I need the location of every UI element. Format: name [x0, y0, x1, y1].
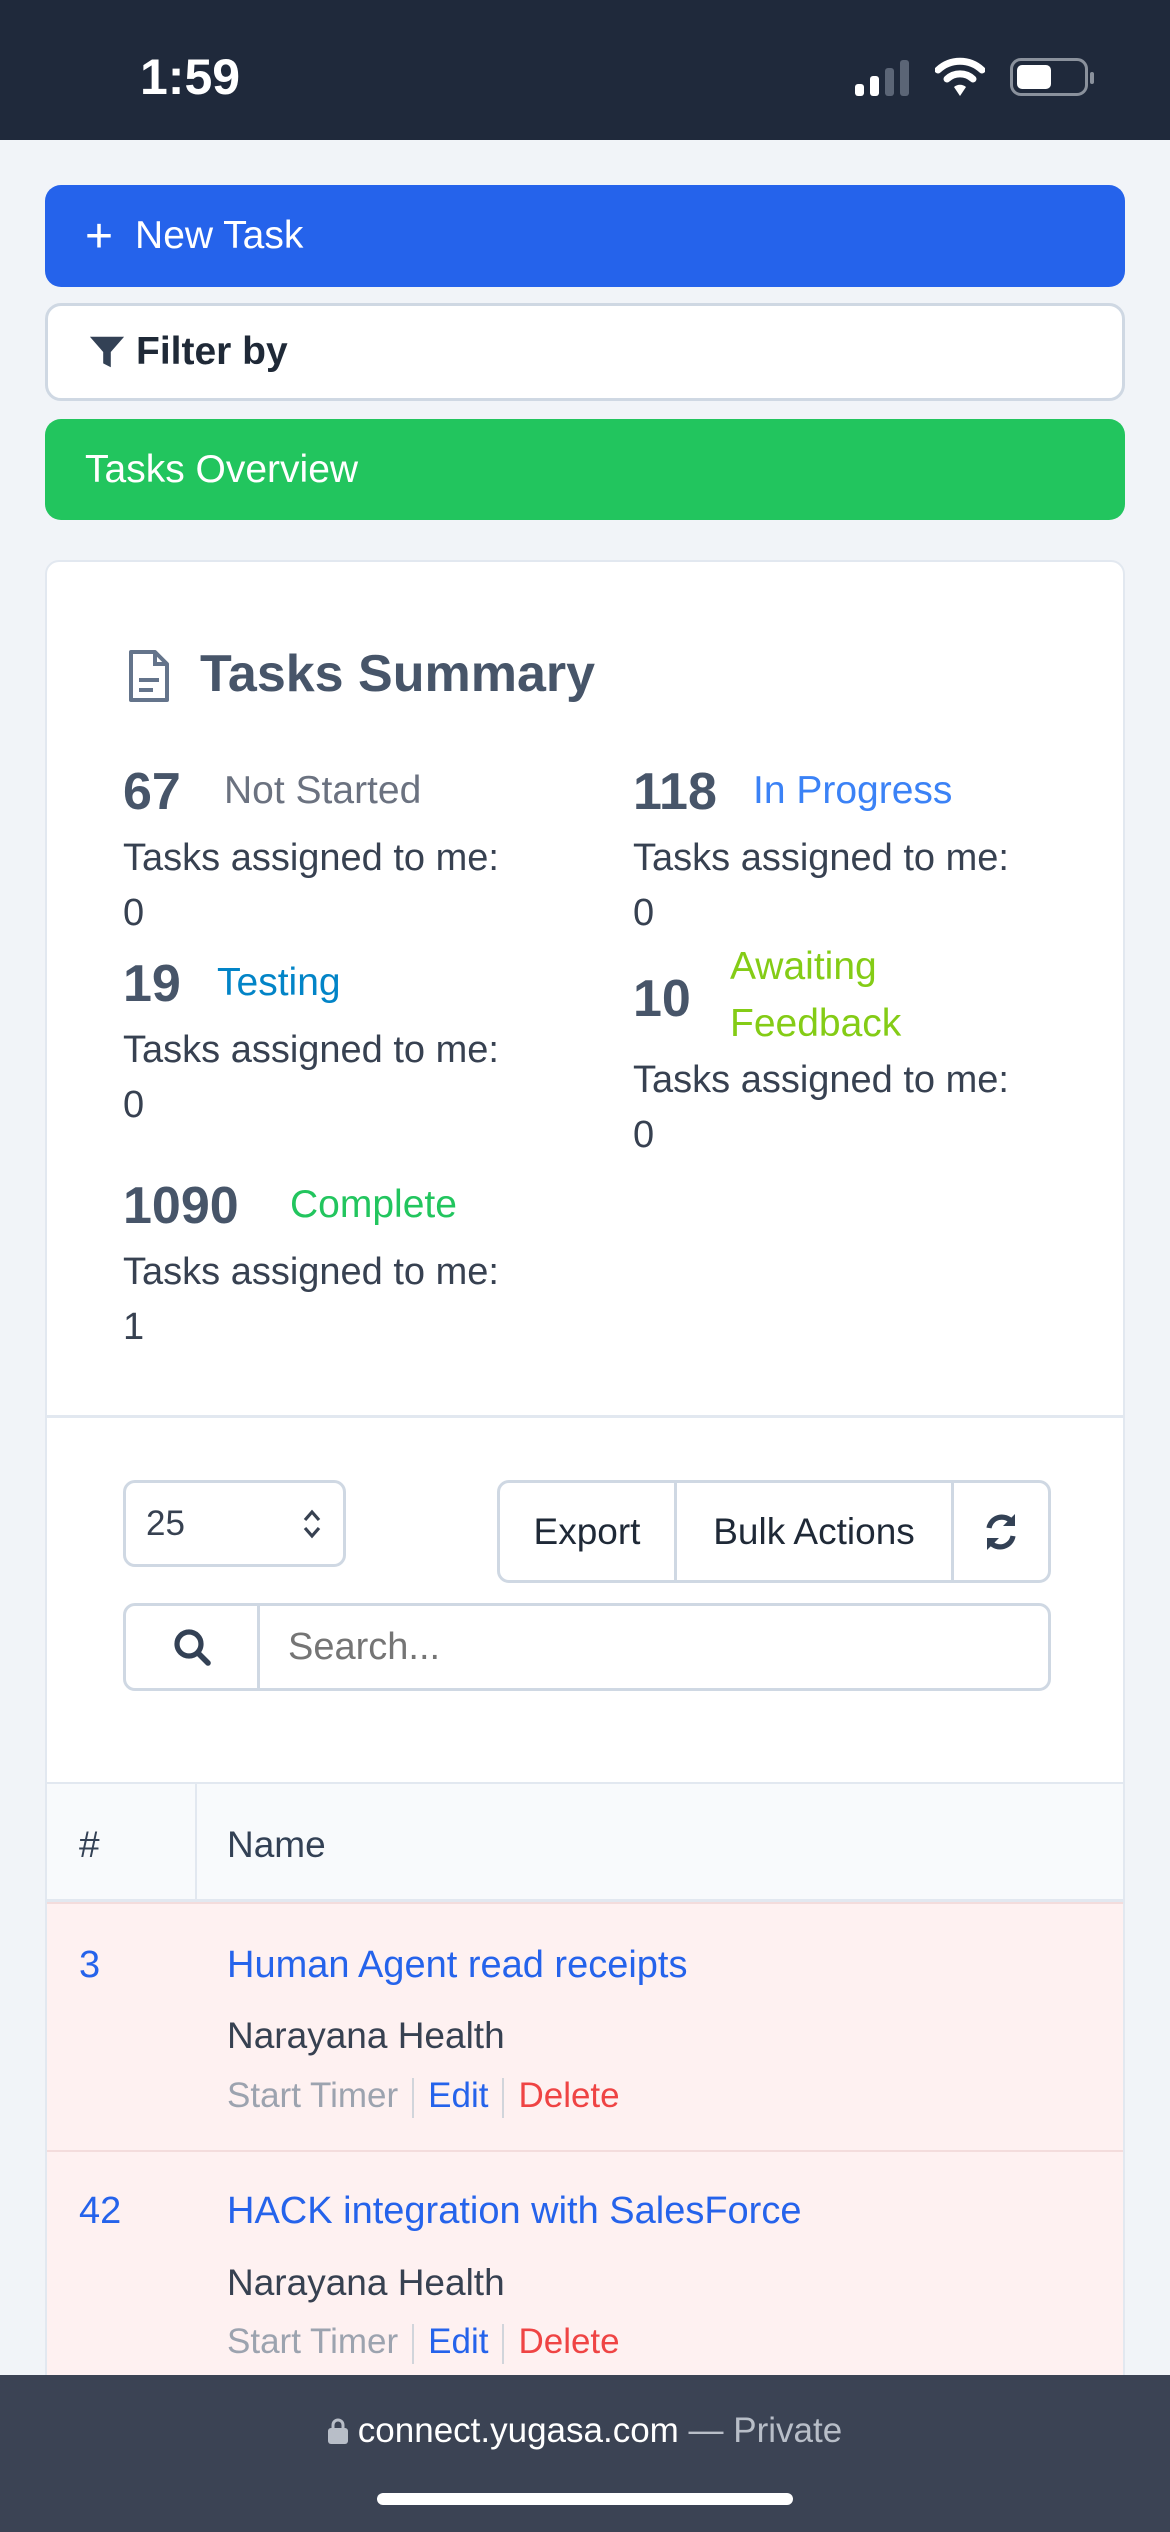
task-name-link[interactable]: Human Agent read receipts — [227, 1944, 688, 1987]
lock-icon — [327, 2418, 348, 2444]
not-started-count: 67 — [123, 763, 181, 821]
battery-icon — [1010, 58, 1094, 96]
in-progress-label: In Progress — [753, 769, 953, 812]
search-box — [123, 1603, 1051, 1691]
task-id[interactable]: 3 — [79, 1944, 100, 1987]
browser-bar: connect.yugasa.com — Private — [0, 2375, 1170, 2532]
divider — [47, 1415, 1123, 1418]
new-task-label: New Task — [135, 214, 304, 257]
assigned-label: Tasks assigned to me: — [123, 1029, 499, 1071]
filter-label: Filter by — [136, 330, 288, 373]
table-row: 3 Human Agent read receipts Narayana Hea… — [47, 1902, 1123, 2150]
summary-title: Tasks Summary — [200, 645, 596, 703]
start-timer-link[interactable]: Start Timer — [227, 2076, 398, 2115]
row-actions: Start Timer Edit Delete — [227, 2322, 620, 2364]
assigned-label: Tasks assigned to me: — [633, 837, 1009, 879]
url-bar[interactable]: connect.yugasa.com — Private — [0, 2411, 1170, 2451]
page-size-select[interactable]: 25 — [123, 1480, 346, 1567]
task-project: Narayana Health — [227, 2015, 505, 2056]
action-button-group: Export Bulk Actions — [497, 1480, 1051, 1583]
edit-link[interactable]: Edit — [428, 2076, 488, 2115]
complete-assigned: 1 — [123, 1306, 145, 1348]
status-time: 1:59 — [140, 49, 241, 105]
awaiting-feedback-label-line1: Awaiting — [730, 945, 877, 988]
edit-link[interactable]: Edit — [428, 2322, 488, 2361]
chevron-updown-icon — [303, 1509, 321, 1538]
task-id[interactable]: 42 — [79, 2190, 121, 2233]
column-header-name[interactable]: Name — [227, 1824, 326, 1866]
delete-link[interactable]: Delete — [518, 2076, 619, 2115]
start-timer-link[interactable]: Start Timer — [227, 2322, 398, 2361]
tasks-overview-label: Tasks Overview — [85, 447, 359, 491]
not-started-label: Not Started — [224, 769, 422, 812]
column-header-id[interactable]: # — [79, 1824, 100, 1866]
table-header: # Name — [47, 1782, 1123, 1904]
search-icon[interactable] — [126, 1606, 260, 1688]
filter-icon — [89, 336, 125, 368]
in-progress-count: 118 — [633, 763, 717, 821]
testing-label: Testing — [217, 961, 341, 1004]
delete-link[interactable]: Delete — [518, 2322, 619, 2361]
testing-count: 19 — [123, 955, 181, 1013]
signal-icon — [855, 60, 909, 96]
page-size-value: 25 — [146, 1503, 185, 1543]
bulk-actions-button[interactable]: Bulk Actions — [677, 1483, 954, 1580]
complete-count: 1090 — [123, 1177, 239, 1235]
document-icon — [129, 650, 169, 702]
export-button[interactable]: Export — [500, 1483, 677, 1580]
tasks-overview-button[interactable]: Tasks Overview — [45, 419, 1125, 520]
awaiting-feedback-label-line2: Feedback — [730, 1002, 902, 1045]
refresh-button[interactable] — [954, 1483, 1048, 1580]
refresh-icon — [986, 1513, 1016, 1550]
status-bar: 1:59 — [0, 0, 1170, 140]
assigned-label: Tasks assigned to me: — [633, 1059, 1009, 1101]
new-task-button[interactable]: + New Task — [45, 185, 1125, 287]
in-progress-assigned: 0 — [633, 892, 655, 934]
assigned-label: Tasks assigned to me: — [123, 837, 499, 879]
assigned-label: Tasks assigned to me: — [123, 1251, 499, 1293]
task-name-link[interactable]: HACK integration with SalesForce — [227, 2190, 801, 2233]
search-input[interactable] — [260, 1606, 1048, 1688]
plus-icon: + — [85, 209, 114, 263]
not-started-assigned: 0 — [123, 892, 145, 934]
awaiting-feedback-count: 10 — [633, 970, 691, 1028]
row-actions: Start Timer Edit Delete — [227, 2076, 620, 2118]
private-label: — Private — [688, 2411, 843, 2450]
filter-button[interactable]: Filter by — [45, 303, 1125, 401]
home-indicator[interactable] — [377, 2493, 793, 2505]
testing-assigned: 0 — [123, 1084, 145, 1126]
task-project: Narayana Health — [227, 2262, 505, 2303]
complete-label: Complete — [290, 1183, 457, 1226]
wifi-icon — [935, 57, 985, 96]
tasks-card: Tasks Summary 67 Not Started Tasks assig… — [45, 560, 1125, 2460]
awaiting-feedback-assigned: 0 — [633, 1114, 655, 1156]
url-text: connect.yugasa.com — [357, 2411, 679, 2450]
